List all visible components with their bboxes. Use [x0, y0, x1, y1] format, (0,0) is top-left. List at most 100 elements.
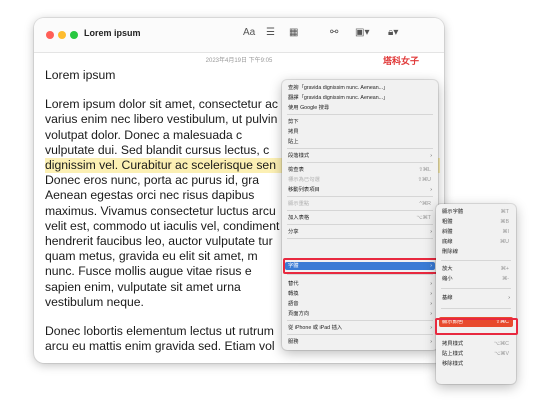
menu-item-label: 顯示字體	[442, 209, 464, 215]
menu-item-paste-style[interactable]: 貼上樣式 ⌥⌘V	[439, 350, 513, 358]
menu-item-label: 從 iPhone 或 iPad 插入	[288, 325, 343, 331]
shortcut: ⌘B	[500, 219, 509, 225]
shortcut: ⌥⌘T	[416, 215, 431, 221]
separator	[287, 320, 433, 321]
separator	[441, 288, 511, 289]
menu-item-speech[interactable]: 語音 ›	[285, 300, 435, 308]
menu-item-import-iphone[interactable]: 從 iPhone 或 iPad 插入 ›	[285, 324, 435, 332]
menu-item-label: 語音	[288, 301, 299, 307]
shortcut: ⌥⌘C	[493, 341, 509, 347]
shortcut: ⌘-	[501, 276, 509, 282]
menu-item-checklist[interactable]: 檢查表 ⇧⌘L	[285, 166, 435, 174]
separator	[441, 308, 511, 309]
font-item-highlight-box	[283, 258, 439, 274]
menu-item-label: 分享	[288, 229, 299, 235]
chevron-right-icon: ›	[430, 311, 432, 317]
chevron-right-icon: ›	[430, 339, 432, 345]
menu-item-add-table[interactable]: 加入表格 ⌥⌘T	[285, 214, 435, 222]
menu-item-label: 頁面方向	[288, 311, 310, 317]
chevron-right-icon: ›	[430, 301, 432, 307]
menu-item-italic[interactable]: 斜體 ⌘I	[439, 228, 513, 236]
lock-icon[interactable]: 🔒︎▾	[388, 27, 398, 38]
menu-item-remove-style[interactable]: 移除樣式	[439, 360, 513, 368]
chevron-right-icon: ›	[430, 187, 432, 193]
chevron-right-icon: ›	[430, 153, 432, 159]
menu-item-transformations[interactable]: 轉換 ›	[285, 290, 435, 298]
shortcut: ⌥⌘V	[494, 351, 509, 357]
menu-item-label: 移動列表項目	[288, 187, 320, 193]
menu-item-services[interactable]: 服務 ›	[285, 338, 435, 346]
show-colors-highlight-box	[435, 318, 518, 335]
separator	[287, 238, 433, 239]
menu-item-google[interactable]: 使用 Google 搜尋	[285, 104, 435, 112]
menu-item-substitutions[interactable]: 替代 ›	[285, 280, 435, 288]
menu-item-translate[interactable]: 翻譯「gravida dignissim nunc. Aenean...」	[285, 94, 435, 102]
chevron-right-icon: ›	[430, 281, 432, 287]
menu-item-label: 拷貝樣式	[442, 341, 464, 347]
menu-item-label: 貼上樣式	[442, 351, 464, 357]
shortcut: ⌘+	[500, 266, 509, 272]
menu-item-page-direction[interactable]: 頁面方向 ›	[285, 310, 435, 318]
chevron-right-icon: ›	[430, 325, 432, 331]
chevron-right-icon: ›	[430, 229, 432, 235]
shortcut: ⇧⌘L	[418, 167, 431, 173]
menu-item-label: 服務	[288, 339, 299, 345]
menu-item-show-highlights: 顯示重點 ^⌘R	[285, 200, 435, 208]
shortcut: ⌘I	[502, 229, 509, 235]
menu-item-underline[interactable]: 底線 ⌘U	[439, 238, 513, 246]
separator	[287, 334, 433, 335]
media-icon[interactable]: ▣▾	[355, 27, 369, 38]
context-menu: 查詢「gravida dignissim nunc. Aenean...」 翻譯…	[282, 80, 438, 350]
menu-item-label: 加入表格	[288, 215, 310, 221]
menu-item-label: 粗體	[442, 219, 453, 225]
menu-item-label: 檢查表	[288, 167, 304, 173]
menu-item-bold[interactable]: 粗體 ⌘B	[439, 218, 513, 226]
share-icon[interactable]: ⚯	[330, 27, 338, 38]
shortcut: ⇧⌘U	[417, 177, 431, 183]
watermark: 塔科女子	[383, 56, 420, 66]
menu-item-label: 基線	[442, 295, 453, 301]
menu-item-copy[interactable]: 拷貝	[285, 128, 435, 136]
menu-item-label: 斜體	[442, 229, 453, 235]
table-icon[interactable]: ▦	[289, 27, 298, 38]
window-title: Lorem ipsum	[84, 28, 141, 38]
menu-item-bigger[interactable]: 放大 ⌘+	[439, 265, 513, 273]
menu-item-cut[interactable]: 剪下	[285, 118, 435, 126]
close-button[interactable]	[46, 31, 54, 39]
menu-item-lookup[interactable]: 查詢「gravida dignissim nunc. Aenean...」	[285, 84, 435, 92]
chevron-right-icon: ›	[508, 295, 510, 301]
toolbar: Lorem ipsum Aa ☰ ▦ ⚯ ▣▾ 🔒︎▾	[34, 18, 444, 53]
separator	[287, 274, 433, 275]
menu-item-smaller[interactable]: 縮小 ⌘-	[439, 275, 513, 283]
menu-item-copy-style[interactable]: 拷貝樣式 ⌥⌘C	[439, 340, 513, 348]
menu-item-baseline[interactable]: 基線 ›	[439, 294, 513, 302]
menu-item-label: 轉換	[288, 291, 299, 297]
menu-item-label: 標示為已勾選	[288, 177, 320, 183]
minimize-button[interactable]	[58, 31, 66, 39]
menu-item-label: 段落樣式	[288, 153, 310, 159]
menu-item-move-list[interactable]: 移動列表項目 ›	[285, 186, 435, 194]
chevron-right-icon: ›	[430, 291, 432, 297]
separator	[287, 148, 433, 149]
separator	[287, 210, 433, 211]
menu-item-share[interactable]: 分享 ›	[285, 228, 435, 236]
separator	[441, 260, 511, 261]
menu-item-mark-checked: 標示為已勾選 ⇧⌘U	[285, 176, 435, 184]
checklist-icon[interactable]: ☰	[266, 27, 275, 38]
shortcut: ⌘U	[499, 239, 509, 245]
font-icon[interactable]: Aa	[243, 27, 255, 38]
menu-item-paragraph-style[interactable]: 段落樣式 ›	[285, 152, 435, 160]
menu-item-label: 縮小	[442, 276, 453, 282]
font-submenu: 顯示字體 ⌘T 粗體 ⌘B 斜體 ⌘I 底線 ⌘U 刪除線 放大 ⌘+ 縮小 ⌘- 基線 › …	[436, 204, 516, 384]
shortcut: ^⌘R	[419, 201, 431, 207]
separator	[287, 162, 433, 163]
separator	[287, 196, 433, 197]
zoom-button[interactable]	[70, 31, 78, 39]
menu-item-label: 底線	[442, 239, 453, 245]
shortcut: ⌘T	[500, 209, 509, 215]
menu-item-paste[interactable]: 貼上	[285, 138, 435, 146]
menu-item-label: 放大	[442, 266, 453, 272]
menu-item-label: 顯示重點	[288, 201, 310, 207]
menu-item-show-fonts[interactable]: 顯示字體 ⌘T	[439, 208, 513, 216]
menu-item-strikethrough[interactable]: 刪除線	[439, 248, 513, 256]
